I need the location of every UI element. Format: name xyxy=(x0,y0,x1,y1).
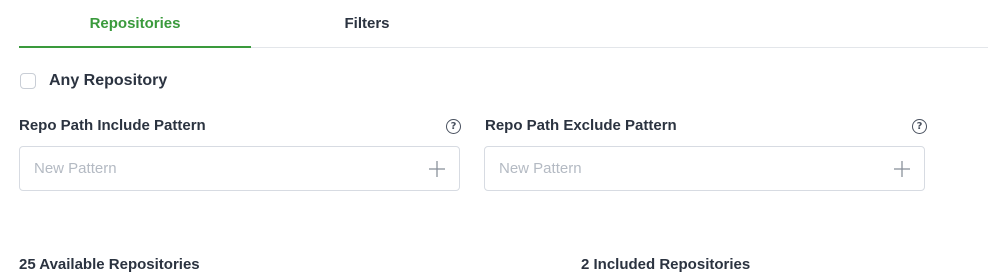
exclude-pattern-label: Repo Path Exclude Pattern xyxy=(485,117,677,134)
any-repository-row[interactable]: Any Repository xyxy=(20,70,167,92)
any-repository-label[interactable]: Any Repository xyxy=(49,72,167,90)
include-help-icon[interactable]: ? xyxy=(446,119,461,134)
exclude-add-plus-icon[interactable] xyxy=(892,159,912,179)
any-repository-checkbox[interactable] xyxy=(20,73,36,89)
exclude-help-icon[interactable]: ? xyxy=(912,119,927,134)
include-add-plus-icon[interactable] xyxy=(427,159,447,179)
include-pattern-label: Repo Path Include Pattern xyxy=(19,117,206,134)
exclude-pattern-field[interactable] xyxy=(484,146,925,191)
tab-repositories[interactable]: Repositories xyxy=(19,0,251,48)
exclude-pattern-input[interactable] xyxy=(499,147,879,190)
include-pattern-input[interactable] xyxy=(34,147,414,190)
tab-bar: Repositories Filters xyxy=(19,0,988,48)
available-repositories-title: 25 Available Repositories xyxy=(19,256,200,273)
include-pattern-field[interactable] xyxy=(19,146,460,191)
tab-filters[interactable]: Filters xyxy=(251,0,483,47)
included-repositories-title: 2 Included Repositories xyxy=(581,256,751,273)
